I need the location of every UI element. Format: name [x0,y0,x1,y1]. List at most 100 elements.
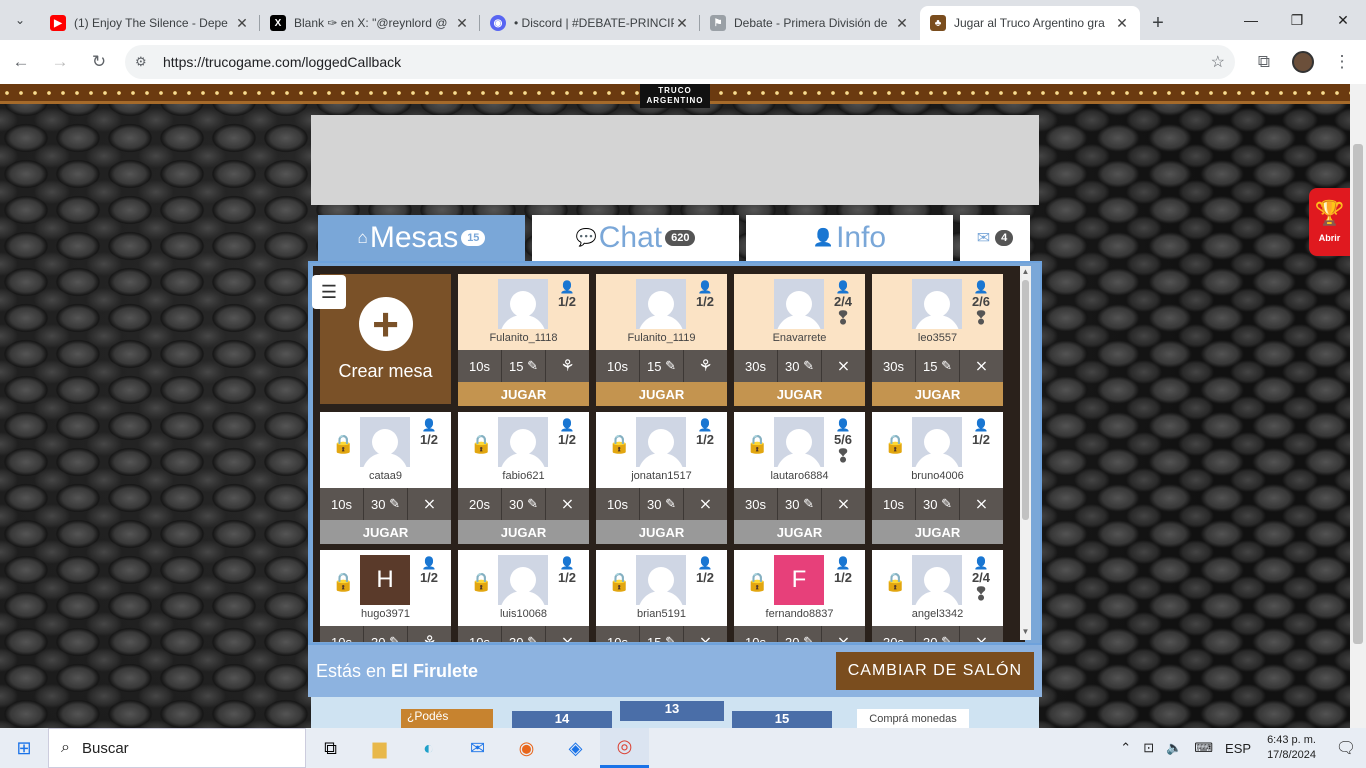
join-table-button[interactable]: JUGAR [872,520,1003,544]
join-table-button[interactable]: JUGAR [734,382,865,406]
table-card[interactable]: 🔒 H 👤1/2 hugo3971 10s30 ✎⚘ [320,550,451,642]
close-tab-icon[interactable]: ✕ [674,15,690,32]
site-settings-icon[interactable]: ⚙ [135,54,157,70]
page-scrollbar[interactable] [1350,84,1366,728]
scroll-thumb[interactable] [1022,280,1029,520]
close-tab-icon[interactable]: ✕ [234,15,250,32]
mail-icon[interactable]: ✉ [453,728,502,768]
tab-messages[interactable]: ✉ 4 [960,215,1030,261]
table-card[interactable]: 👤 1/2 Fulanito_1118 10s 15 ✎ ⚘ JUGAR [458,274,589,406]
join-table-button[interactable]: JUGAR [872,382,1003,406]
avatar[interactable] [774,417,824,467]
avatar[interactable] [498,279,548,329]
turn-time: 10s [596,626,640,642]
avatar[interactable]: H [360,555,410,605]
youtube-icon: ▶ [50,15,66,31]
scroll-up-icon[interactable]: ▲ [1020,267,1031,279]
table-card[interactable]: 👤 1/2 Fulanito_1119 10s 15 ✎ ⚘ JUGAR [596,274,727,406]
back-icon[interactable]: ← [3,44,39,80]
close-tab-icon[interactable]: ✕ [1114,15,1130,32]
change-room-button[interactable]: CAMBIAR DE SALÓN [835,652,1034,690]
windows-start-icon[interactable]: ⊞ [0,728,48,768]
avatar[interactable] [498,555,548,605]
new-tab-button[interactable]: + [1140,6,1176,40]
avatar[interactable] [360,417,410,467]
browser-tab[interactable]: ◉ • Discord | #DEBATE-PRINCIPAL ✕ [480,6,700,40]
join-table-button[interactable]: JUGAR [458,382,589,406]
join-table-button[interactable]: JUGAR [734,520,865,544]
minimize-icon[interactable]: — [1228,0,1274,40]
chrome-icon[interactable]: ◎ [600,728,649,768]
url-text[interactable]: https://trucogame.com/loggedCallback [163,54,1211,70]
avatar[interactable] [774,279,824,329]
table-card[interactable]: 🔒 👤 1/2 fabio621 20s 30 ✎ ⨯ JUGAR [458,412,589,544]
file-explorer-icon[interactable]: ▆ [355,728,404,768]
tab-search-icon[interactable]: ⌄ [0,0,40,40]
flor-icon: ⚘ [408,626,451,642]
network-icon[interactable]: ⊡ [1137,740,1160,756]
thunderbird-icon[interactable]: ◈ [551,728,600,768]
forward-icon[interactable]: → [42,44,78,80]
taskbar-search[interactable]: ⌕ Buscar [48,728,306,768]
volume-icon[interactable]: 🔈 [1160,740,1188,756]
chat-bubble-icon: 💬 [575,228,597,247]
firefox-icon[interactable]: ◉ [502,728,551,768]
promo-banner[interactable]: ¿Podés 14 13 15 Comprá monedas [311,697,1039,728]
lock-icon: 🔒 [332,572,355,592]
restore-icon[interactable]: ❐ [1274,0,1320,40]
close-tab-icon[interactable]: ✕ [894,15,910,32]
reload-icon[interactable]: ↻ [81,44,117,80]
taskbar-search-label: Buscar [81,739,129,757]
close-window-icon[interactable]: ✕ [1320,0,1366,40]
table-card[interactable]: 👤 2/6 ❢ leo3557 30s 15 ✎ ⨯ JUGAR [872,274,1003,406]
avatar[interactable]: F [774,555,824,605]
join-table-button[interactable]: JUGAR [596,520,727,544]
join-table-button[interactable]: JUGAR [320,520,451,544]
browser-tab-active[interactable]: ♣ Jugar al Truco Argentino gra ✕ [920,6,1140,40]
filter-settings-icon[interactable]: ☰ [312,275,346,309]
table-card[interactable]: 🔒 👤 1/2 cataa9 10s 30 ✎ ⨯ JUGAR [320,412,451,544]
tab-info[interactable]: 👤 Info [746,215,953,261]
notifications-icon[interactable]: 🗨 [1326,738,1366,758]
table-card[interactable]: 🔒 F 👤1/2 fernando8837 10s30 ✎⨯ [734,550,865,642]
task-view-icon[interactable]: ⧉ [306,728,355,768]
show-hidden-icons[interactable]: ⌃ [1114,740,1137,756]
extensions-icon[interactable]: ⧉ [1246,44,1282,80]
table-card[interactable]: 🔒 👤 5/6 ❢ lautaro6884 30s 30 ✎ ⨯ JUGAR [734,412,865,544]
tab-mesas[interactable]: ⌂ Mesas 15 [318,215,525,261]
avatar[interactable] [636,417,686,467]
language-indicator[interactable]: ESP [1219,741,1257,756]
scroll-down-icon[interactable]: ▼ [1020,627,1031,639]
browser-tab[interactable]: ⚑ Debate - Primera División de ✕ [700,6,920,40]
avatar[interactable] [636,555,686,605]
browser-tab[interactable]: ▶ (1) Enjoy The Silence - Depe ✕ [40,6,260,40]
table-card[interactable]: 🔒 👤 1/2 bruno4006 10s 30 ✎ ⨯ JUGAR [872,412,1003,544]
feather-icon: ✎ [527,358,538,373]
tables-scrollbar[interactable]: ▲ ▼ [1020,266,1031,640]
clock[interactable]: 6:43 p. m. 17/8/2024 [1257,733,1326,763]
close-tab-icon[interactable]: ✕ [454,15,470,32]
ime-icon[interactable]: ⌨ [1188,740,1219,756]
avatar[interactable] [498,417,548,467]
avatar[interactable] [912,555,962,605]
avatar[interactable] [636,279,686,329]
join-table-button[interactable]: JUGAR [596,382,727,406]
table-card[interactable]: 🔒 👤1/2 brian5191 10s15 ✎⨯ [596,550,727,642]
join-table-button[interactable]: JUGAR [458,520,589,544]
menu-icon[interactable]: ⋮ [1324,44,1360,80]
tab-chat[interactable]: 💬 Chat 620 [532,215,739,261]
bookmark-star-icon[interactable]: ☆ [1211,52,1225,72]
site-logo[interactable]: TRUCO ARGENTINO [640,84,710,108]
table-card[interactable]: 🔒 👤1/2 luis10068 10s30 ✎⨯ [458,550,589,642]
profile-avatar[interactable] [1285,44,1321,80]
avatar[interactable] [912,279,962,329]
trophy-button[interactable]: 🏆 Abrir [1309,188,1350,256]
page-scroll-thumb[interactable] [1353,144,1363,644]
address-bar[interactable]: ⚙ https://trucogame.com/loggedCallback ☆ [125,45,1235,79]
table-card[interactable]: 🔒 👤 1/2 jonatan1517 10s 30 ✎ ⨯ JUGAR [596,412,727,544]
edge-icon[interactable]: ◐ [404,728,453,768]
table-card[interactable]: 👤 2/4 ❢ Enavarrete 30s 30 ✎ ⨯ JUGAR [734,274,865,406]
table-card[interactable]: 🔒 👤2/4❢angel3342 30s30 ✎⨯ [872,550,1003,642]
browser-tab[interactable]: X Blank ✑ en X: "@reynlord @ ✕ [260,6,480,40]
avatar[interactable] [912,417,962,467]
